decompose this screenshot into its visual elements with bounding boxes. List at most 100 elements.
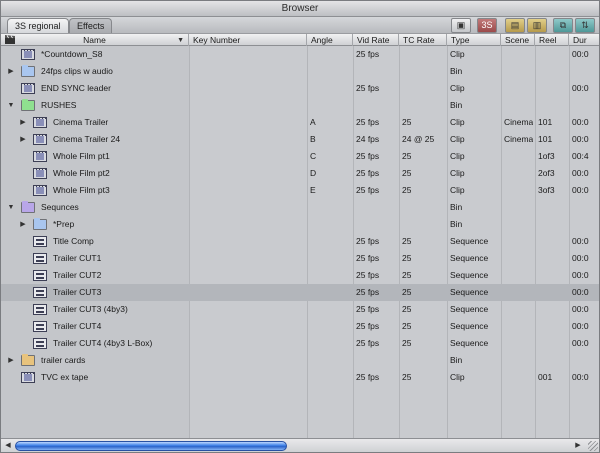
bin-folder-icon	[21, 99, 35, 111]
list-view-button[interactable]: 3S	[477, 18, 497, 33]
column-angle[interactable]: Angle	[307, 34, 353, 46]
column-name[interactable]: Name ▼	[1, 34, 189, 46]
cell-vid-rate: 24 fps	[356, 134, 380, 144]
cell-type: Sequence	[450, 287, 489, 297]
column-key-number[interactable]: Key Number	[189, 34, 307, 46]
list-row[interactable]: Trailer CUT3 (4by3) 25 fps 25 Sequence 00:0	[1, 301, 599, 318]
export-button[interactable]: ⧉	[553, 18, 573, 33]
bin-folder-icon	[21, 65, 35, 77]
cell-vid-rate: 25 fps	[356, 83, 380, 93]
list-row[interactable]: END SYNC leader 25 fps Clip 00:0	[1, 80, 599, 97]
list-row[interactable]: ▼ RUSHES Bin	[1, 97, 599, 114]
item-name: *Countdown_S8	[41, 49, 103, 59]
disclosure-closed-icon[interactable]: ▶	[19, 114, 27, 131]
disclosure-closed-icon[interactable]: ▶	[19, 131, 27, 148]
cell-dur: 00:0	[572, 49, 589, 59]
column-tc-rate[interactable]: TC Rate	[399, 34, 447, 46]
cell-dur: 00:0	[572, 236, 589, 246]
import-button[interactable]: ⇅	[575, 18, 595, 33]
list-row[interactable]: ▶ 24fps clips w audio Bin	[1, 63, 599, 80]
item-name: RUSHES	[41, 100, 77, 110]
window-title: Browser	[1, 1, 599, 17]
cell-vid-rate: 25 fps	[356, 270, 380, 280]
bin-folder-icon	[21, 354, 35, 366]
list-row[interactable]: Trailer CUT4 (4by3 L-Box) 25 fps 25 Sequenc…	[1, 335, 599, 352]
cell-dur: 00:0	[572, 253, 589, 263]
list-row[interactable]: ▶ *Prep Bin	[1, 216, 599, 233]
list-row[interactable]: Title Comp 25 fps 25 Sequence 00:0	[1, 233, 599, 250]
sequence-icon	[33, 270, 47, 281]
cell-type: Clip	[450, 151, 465, 161]
cell-tc-rate: 25	[402, 236, 412, 246]
horizontal-scrollbar[interactable]: ◀ ▶	[1, 438, 599, 452]
cell-vid-rate: 25 fps	[356, 338, 380, 348]
disclosure-open-icon[interactable]: ▼	[7, 199, 15, 216]
disclosure-closed-icon[interactable]: ▶	[19, 216, 27, 233]
scroll-right-icon[interactable]: ▶	[573, 441, 583, 451]
cell-dur: 00:0	[572, 321, 589, 331]
item-name: END SYNC leader	[41, 83, 111, 93]
cell-dur: 00:0	[572, 185, 589, 195]
column-scene[interactable]: Scene	[501, 34, 535, 46]
cell-tc-rate: 25	[402, 151, 412, 161]
scroll-left-icon[interactable]: ◀	[3, 441, 13, 451]
disclosure-closed-icon[interactable]: ▶	[7, 352, 15, 369]
list-row[interactable]: Trailer CUT2 25 fps 25 Sequence 00:0	[1, 267, 599, 284]
column-dur[interactable]: Dur	[569, 34, 599, 46]
cell-type: Sequence	[450, 338, 489, 348]
scroll-thumb[interactable]	[15, 441, 287, 451]
item-name: Trailer CUT2	[53, 270, 102, 280]
clip-icon	[33, 151, 47, 162]
list-row[interactable]: *Countdown_S8 25 fps Clip 00:0	[1, 46, 599, 63]
cell-scene: Cinema	[504, 117, 534, 127]
cell-angle: C	[310, 151, 317, 161]
resize-grip-icon[interactable]	[588, 441, 598, 451]
column-type[interactable]: Type	[447, 34, 501, 46]
cell-type: Bin	[450, 66, 463, 76]
list-row[interactable]: ▼ Sequnces Bin	[1, 199, 599, 216]
cell-vid-rate: 25 fps	[356, 236, 380, 246]
cell-reel: 3of3	[538, 185, 555, 195]
cell-dur: 00:0	[572, 134, 589, 144]
tab-effects[interactable]: Effects	[69, 18, 113, 33]
cell-vid-rate: 25 fps	[356, 253, 380, 263]
cell-type: Bin	[450, 100, 463, 110]
bin-view-button[interactable]: ▥	[527, 18, 547, 33]
tab-bar: 3S regional Effects ▣ 3S ▤ ▥ ⧉ ⇅	[1, 17, 599, 33]
cell-type: Clip	[450, 49, 465, 59]
list-row[interactable]: ▶ trailer cards Bin	[1, 352, 599, 369]
cell-type: Clip	[450, 372, 465, 382]
list-row[interactable]: ▶ Cinema Trailer A 25 fps 25 Clip Cinema 101 00:…	[1, 114, 599, 131]
cell-type: Sequence	[450, 253, 489, 263]
folder-view-button[interactable]: ▤	[505, 18, 525, 33]
cell-angle: E	[310, 185, 316, 195]
list-row[interactable]: Trailer CUT1 25 fps 25 Sequence 00:0	[1, 250, 599, 267]
cell-angle: D	[310, 168, 317, 178]
sequence-icon	[33, 338, 47, 349]
list-row[interactable]: ▶ Cinema Trailer 24 B 24 fps 24 @ 25 Clip Cine…	[1, 131, 599, 148]
cell-type: Bin	[450, 202, 463, 212]
sequence-icon	[33, 287, 47, 298]
disclosure-closed-icon[interactable]: ▶	[7, 63, 15, 80]
list-row[interactable]: Whole Film pt1 C 25 fps 25 Clip 1of3 00:4	[1, 148, 599, 165]
cell-dur: 00:0	[572, 117, 589, 127]
list-row[interactable]: Whole Film pt3 E 25 fps 25 Clip 3of3 00:0	[1, 182, 599, 199]
cell-tc-rate: 25	[402, 321, 412, 331]
cell-tc-rate: 25	[402, 287, 412, 297]
large-icon-view-button[interactable]: ▣	[451, 18, 471, 33]
item-name: TVC ex tape	[41, 372, 89, 382]
list-row[interactable]: Trailer CUT4 25 fps 25 Sequence 00:0	[1, 318, 599, 335]
cell-vid-rate: 25 fps	[356, 185, 380, 195]
list-row[interactable]: TVC ex tape 25 fps 25 Clip 001 00:0	[1, 369, 599, 386]
bin-folder-icon	[33, 218, 47, 230]
list-row[interactable]: Trailer CUT3 25 fps 25 Sequence 00:0	[1, 284, 599, 301]
cell-reel: 001	[538, 372, 553, 382]
list-row[interactable]: Whole Film pt2 D 25 fps 25 Clip 2of3 00:0	[1, 165, 599, 182]
column-reel[interactable]: Reel	[535, 34, 569, 46]
cell-reel: 101	[538, 117, 553, 127]
browser-window: Browser 3S regional Effects ▣ 3S ▤ ▥ ⧉ ⇅…	[0, 0, 600, 453]
tab-3s-regional[interactable]: 3S regional	[7, 18, 69, 33]
column-vid-rate[interactable]: Vid Rate	[353, 34, 399, 46]
cell-dur: 00:0	[572, 83, 589, 93]
disclosure-open-icon[interactable]: ▼	[7, 97, 15, 114]
